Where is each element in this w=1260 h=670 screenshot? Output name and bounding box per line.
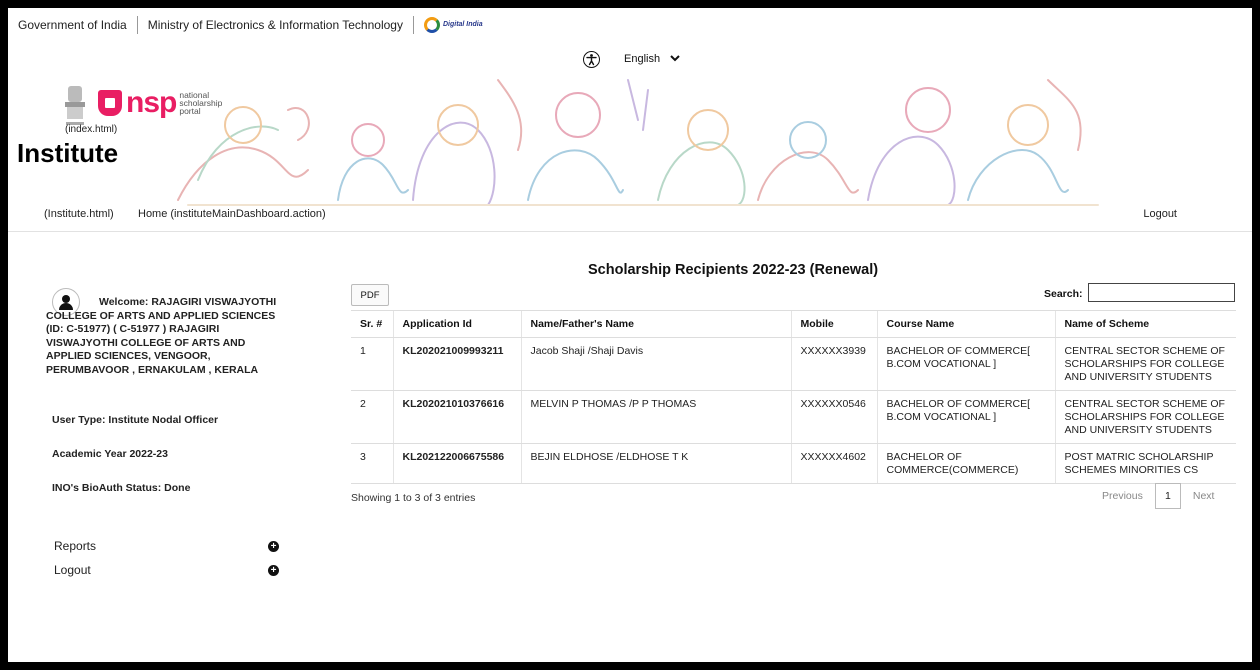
national-emblem-icon bbox=[65, 86, 85, 125]
table-row: 3 KL202122006675586 BEJIN ELDHOSE /ELDHO… bbox=[351, 443, 1236, 484]
cell-mobile: XXXXXX3939 bbox=[790, 337, 877, 391]
expand-plus-icon[interactable]: + bbox=[268, 540, 279, 552]
column-header-name[interactable]: Name/Father's Name bbox=[520, 310, 791, 338]
nsp-wordmark: nsp bbox=[126, 86, 177, 119]
chevron-down-icon bbox=[670, 53, 680, 65]
column-header-sr[interactable]: Sr. # bbox=[351, 310, 393, 338]
previous-page-button[interactable]: Previous bbox=[1102, 490, 1143, 502]
cell-sr: 1 bbox=[351, 337, 393, 391]
language-selector[interactable]: English bbox=[624, 53, 680, 65]
cell-application-id: KL202021010376616 bbox=[392, 390, 521, 444]
sidebar-item-label: Reports bbox=[54, 539, 97, 553]
search-label: Search: bbox=[1044, 288, 1083, 300]
cell-scheme: POST MATRIC SCHOLARSHIP SCHEMES MINORITI… bbox=[1054, 443, 1236, 484]
cell-scheme: CENTRAL SECTOR SCHEME OF SCHOLARSHIPS FO… bbox=[1054, 337, 1236, 391]
logout-link[interactable]: Logout bbox=[1143, 208, 1177, 220]
table-title: Scholarship Recipients 2022-23 (Renewal) bbox=[588, 262, 879, 278]
digital-india-text: Digital India bbox=[442, 21, 483, 28]
cell-name: BEJIN ELDHOSE /ELDHOSE T K bbox=[520, 443, 791, 484]
table-row: 2 KL202021010376616 MELVIN P THOMAS /P P… bbox=[351, 390, 1236, 444]
language-label: English bbox=[624, 53, 661, 65]
nsp-fullname: national scholarship portal bbox=[179, 91, 222, 116]
cell-course: BACHELOR OF COMMERCE[ B.COM VOCATIONAL ] bbox=[876, 337, 1055, 391]
column-header-application-id[interactable]: Application Id bbox=[392, 310, 521, 338]
nsp-shield-icon bbox=[98, 90, 122, 116]
next-page-button[interactable]: Next bbox=[1193, 490, 1215, 502]
accessibility-icon[interactable] bbox=[583, 51, 600, 68]
table-row: 1 KL202021009993211 Jacob Shaji /Shaji D… bbox=[351, 337, 1236, 391]
cell-scheme: CENTRAL SECTOR SCHEME OF SCHOLARSHIPS FO… bbox=[1054, 390, 1236, 444]
page-title: Institute bbox=[17, 138, 119, 168]
sidebar-item-reports[interactable]: Reports + bbox=[54, 539, 279, 553]
recipients-table: Sr. # Application Id Name/Father's Name … bbox=[351, 310, 1236, 484]
academic-year: Academic Year 2022-23 bbox=[52, 448, 168, 460]
column-header-course[interactable]: Course Name bbox=[876, 310, 1055, 338]
cell-name: Jacob Shaji /Shaji Davis bbox=[520, 337, 791, 391]
pdf-export-button[interactable]: PDF bbox=[351, 284, 389, 306]
page-1-button[interactable]: 1 bbox=[1154, 483, 1181, 509]
welcome-details: COLLEGE OF ARTS AND APPLIED SCIENCES (ID… bbox=[46, 309, 276, 376]
page-frame: Government of India Ministry of Electron… bbox=[8, 8, 1252, 662]
user-type: User Type: Institute Nodal Officer bbox=[52, 414, 219, 426]
home-link[interactable]: Home (instituteMainDashboard.action) bbox=[138, 208, 326, 220]
cell-course: BACHELOR OF COMMERCE(COMMERCE) bbox=[876, 443, 1055, 484]
institute-link[interactable]: (Institute.html) bbox=[44, 208, 114, 220]
cell-sr: 2 bbox=[351, 390, 393, 444]
bioauth-status: INO's BioAuth Status: Done bbox=[52, 482, 191, 494]
pagination: Previous 1 Next bbox=[1102, 483, 1214, 509]
sidebar-item-label: Logout bbox=[54, 563, 91, 577]
cell-mobile: XXXXXX0546 bbox=[790, 390, 877, 444]
welcome-text: Welcome: RAJAGIRI VISWAJYOTHI COLLEGE OF… bbox=[46, 296, 291, 377]
top-nav: (Institute.html) Home (instituteMainDash… bbox=[8, 204, 1252, 232]
search-input[interactable] bbox=[1088, 283, 1235, 302]
index-link[interactable]: (index.html) bbox=[65, 124, 117, 135]
nsp-logo[interactable]: nsp national scholarship portal bbox=[98, 86, 222, 120]
entries-info: Showing 1 to 3 of 3 entries bbox=[351, 492, 476, 504]
digital-india-icon bbox=[423, 17, 440, 33]
table-header-row: Sr. # Application Id Name/Father's Name … bbox=[351, 310, 1236, 338]
column-header-mobile[interactable]: Mobile bbox=[790, 310, 877, 338]
cell-application-id: KL202021009993211 bbox=[392, 337, 521, 391]
ministry-link[interactable]: Ministry of Electronics & Information Te… bbox=[138, 18, 413, 32]
expand-plus-icon[interactable]: + bbox=[268, 564, 279, 576]
welcome-line1: Welcome: RAJAGIRI VISWAJYOTHI bbox=[99, 296, 277, 308]
column-header-scheme[interactable]: Name of Scheme bbox=[1054, 310, 1236, 338]
cell-application-id: KL202122006675586 bbox=[392, 443, 521, 484]
gov-of-india-link[interactable]: Government of India bbox=[8, 18, 137, 32]
cell-mobile: XXXXXX4602 bbox=[790, 443, 877, 484]
government-bar: Government of India Ministry of Electron… bbox=[8, 8, 483, 42]
header-illustration bbox=[177, 79, 1099, 206]
nsp-line3: portal bbox=[179, 106, 201, 116]
digital-india-logo[interactable]: Digital India bbox=[414, 17, 483, 33]
sidebar-item-logout[interactable]: Logout + bbox=[54, 563, 279, 577]
cell-course: BACHELOR OF COMMERCE[ B.COM VOCATIONAL ] bbox=[876, 390, 1055, 444]
cell-sr: 3 bbox=[351, 443, 393, 484]
cell-name: MELVIN P THOMAS /P P THOMAS bbox=[520, 390, 791, 444]
